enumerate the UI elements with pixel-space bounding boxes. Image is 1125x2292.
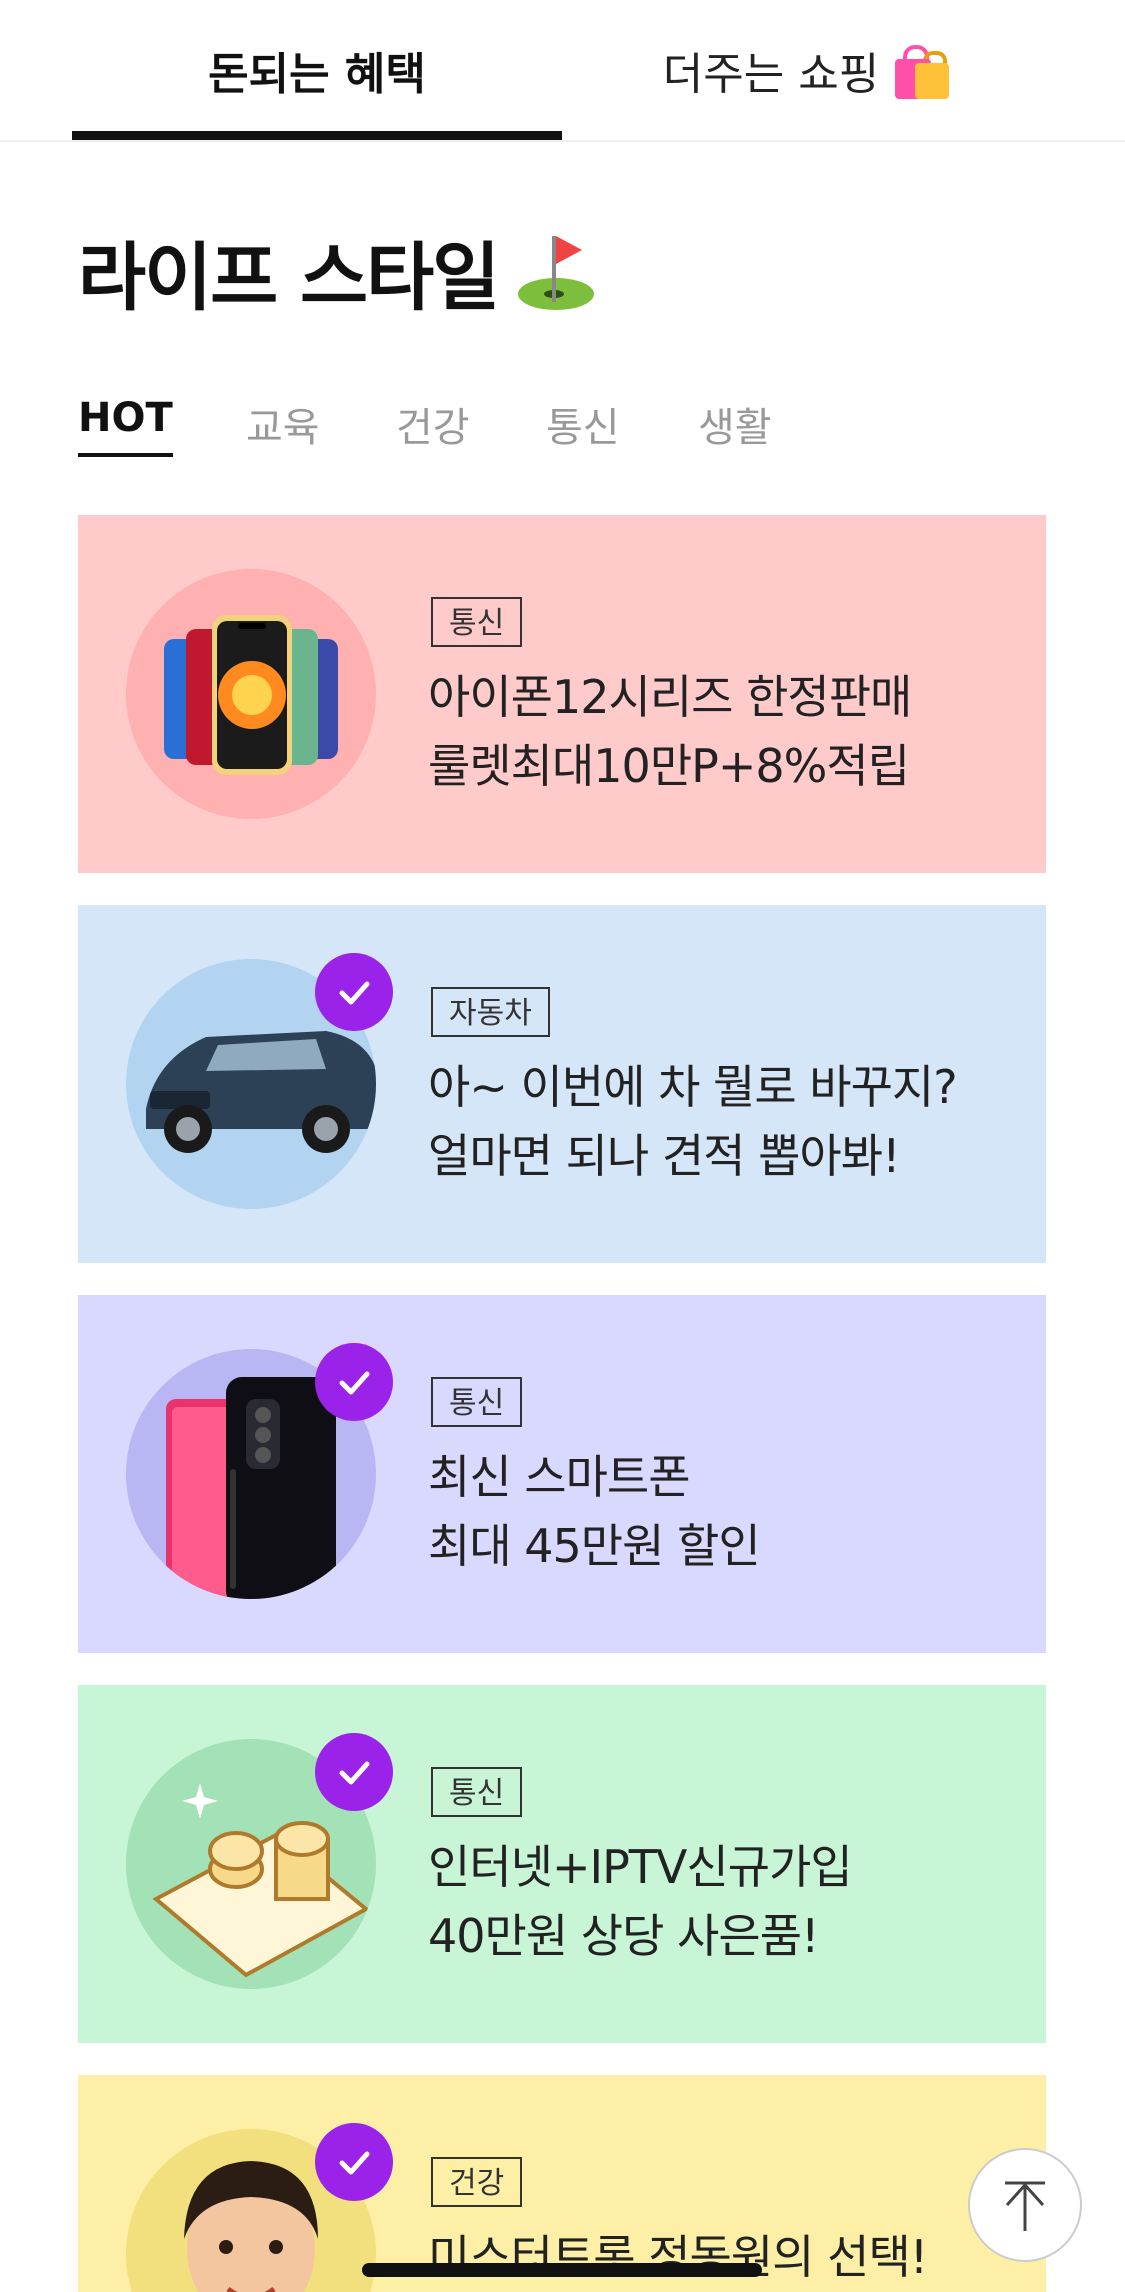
- check-icon: [339, 2151, 370, 2175]
- check-icon: [339, 981, 370, 1005]
- tab-education-label: 교육: [246, 405, 320, 451]
- section-header: 라이프 스타일: [78, 218, 596, 325]
- card-title-line1: 인터넷+IPTV신규가입: [428, 1840, 853, 1894]
- benefit-card[interactable]: 자동차 아~ 이번에 차 뭘로 바꾸지? 얼마면 되나 견적 뽑아봐!: [78, 905, 1046, 1263]
- shopping-bags-icon: [893, 41, 951, 99]
- tab-health-label: 건강: [396, 405, 470, 451]
- tab-telecom-label: 통신: [546, 405, 620, 451]
- checked-badge: [315, 953, 393, 1031]
- card-image: [126, 569, 376, 819]
- tab-benefits[interactable]: 돈되는 혜택: [72, 0, 562, 140]
- top-tab-bar: 돈되는 혜택 더주는 쇼핑: [0, 0, 1125, 142]
- tab-benefits-label: 돈되는 혜택: [208, 49, 426, 100]
- category-active-underline: [78, 453, 173, 457]
- benefit-card[interactable]: 통신 인터넷+IPTV신규가입 40만원 상당 사은품!: [78, 1685, 1046, 2043]
- check-icon: [339, 1761, 370, 1785]
- checked-badge: [315, 2123, 393, 2201]
- tab-education[interactable]: 교육: [246, 395, 320, 453]
- checked-badge: [315, 1733, 393, 1811]
- card-title-line2: 얼마면 되나 견적 뽑아봐!: [428, 1129, 901, 1183]
- tab-hot-label: HOT: [78, 395, 173, 441]
- benefit-card[interactable]: 통신 아이폰12시리즈 한정판매 룰렛최대10만P+8%적립: [78, 515, 1046, 873]
- page-title: 라이프 스타일: [78, 235, 500, 321]
- active-tab-indicator: [72, 131, 562, 140]
- tab-shopping-label: 더주는 쇼핑: [662, 49, 880, 100]
- tab-life-label: 생활: [698, 405, 772, 451]
- iphone-icon: [164, 615, 338, 775]
- card-title-line1: 최신 스마트폰: [428, 1450, 691, 1504]
- tab-health[interactable]: 건강: [396, 395, 470, 453]
- tab-shopping[interactable]: 더주는 쇼핑: [562, 0, 1052, 140]
- golf-flag-icon: [516, 230, 596, 314]
- card-title-line2: 40만원 상당 사은품!: [428, 1909, 819, 1963]
- category-tag: 통신: [431, 1767, 523, 1817]
- card-title-line2: 최대 45만원 할인: [428, 1519, 761, 1573]
- benefit-card[interactable]: 통신 최신 스마트폰 최대 45만원 할인: [78, 1295, 1046, 1653]
- tab-telecom[interactable]: 통신: [546, 395, 620, 453]
- tab-hot[interactable]: HOT: [78, 395, 173, 457]
- tab-life[interactable]: 생활: [698, 395, 772, 453]
- card-title-line1: 미스터트롯 정동원의 선택!: [428, 2230, 928, 2284]
- scroll-to-top-button[interactable]: [968, 2148, 1082, 2262]
- category-tag: 건강: [431, 2157, 523, 2207]
- checked-badge: [315, 1343, 393, 1421]
- arrow-up-icon: [1005, 2181, 1045, 2231]
- card-title-line1: 아~ 이번에 차 뭘로 바꾸지?: [428, 1060, 958, 1114]
- category-tag: 자동차: [431, 987, 550, 1037]
- card-title-line1: 아이폰12시리즈 한정판매: [428, 670, 912, 724]
- category-tag: 통신: [431, 1377, 523, 1427]
- check-icon: [339, 1371, 370, 1395]
- home-indicator: [362, 2263, 762, 2277]
- benefit-card[interactable]: 건강 미스터트롯 정동원의 선택!: [78, 2075, 1046, 2292]
- category-tag: 통신: [431, 597, 523, 647]
- card-title-line2: 룰렛최대10만P+8%적립: [428, 739, 910, 793]
